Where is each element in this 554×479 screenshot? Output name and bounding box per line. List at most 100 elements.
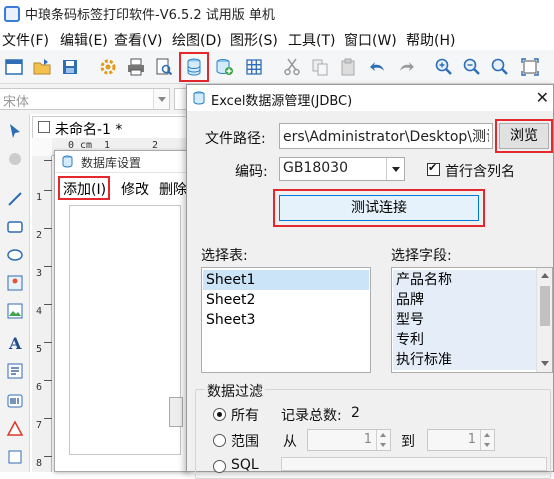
title-bar: 中琅条码标签打印软件-V6.5.2 试用版 单机 (0, 0, 554, 28)
add-button-highlight (58, 176, 110, 200)
ruler-left-label: 7 (36, 420, 43, 431)
database-list[interactable] (69, 205, 181, 455)
chevron-down-icon[interactable] (386, 158, 404, 180)
spin-up-icon[interactable] (480, 430, 494, 440)
font-size-combo[interactable] (174, 88, 186, 110)
spin-down-icon[interactable] (480, 440, 494, 450)
ruler-left-label: 2 (36, 230, 43, 241)
database-settings-window: 数据库设置 添加(I) 修改 删除 (54, 150, 190, 472)
svg-text:A: A (8, 334, 22, 352)
data-filter-label: 数据过滤 (205, 381, 265, 401)
zoom-out-icon[interactable] (462, 57, 482, 77)
menu-shape[interactable]: 图形(S) (230, 30, 278, 50)
redo-icon[interactable] (396, 57, 416, 77)
ellipse-tool-icon[interactable] (6, 246, 24, 264)
list-item[interactable]: 品牌 (393, 290, 537, 310)
range-from-stepper[interactable]: 1 (307, 429, 391, 451)
menu-file[interactable]: 文件(F) (2, 30, 49, 50)
menu-help[interactable]: 帮助(H) (406, 30, 455, 50)
rich-text-tool-icon[interactable] (6, 362, 24, 380)
range-to-label: 到 (401, 434, 415, 450)
ruler-tick (44, 190, 52, 191)
zoom-fit-icon[interactable] (490, 57, 510, 77)
select-pointer-icon[interactable] (6, 122, 24, 140)
document-tab[interactable]: 未命名-1 * (32, 116, 192, 138)
ruler-tick (44, 380, 52, 381)
save-icon[interactable] (60, 57, 80, 77)
table-list[interactable]: Sheet1 Sheet2 Sheet3 (201, 267, 371, 373)
grid-icon[interactable] (244, 57, 264, 77)
filter-sql-radio[interactable] (213, 460, 226, 473)
ruler-tick (44, 228, 52, 229)
zoom-page-icon[interactable] (520, 57, 540, 77)
list-item[interactable]: 型号 (393, 310, 537, 330)
hand-pan-icon[interactable] (6, 150, 24, 168)
encoding-value: GB18030 (283, 160, 348, 176)
database-settings-titlebar[interactable]: 数据库设置 (55, 151, 189, 173)
select-field-label: 选择字段: (391, 248, 452, 264)
print-icon[interactable] (126, 57, 146, 77)
excel-dialog-titlebar[interactable]: Excel数据源管理(JDBC) ✕ (187, 85, 553, 111)
list-item[interactable]: 产品名称 (393, 270, 537, 290)
warning-shape-icon[interactable] (6, 420, 24, 438)
field-list-scrollbar[interactable] (536, 268, 552, 372)
file-path-input[interactable]: ers\Administrator\Desktop\测试.xls (279, 123, 493, 149)
ruler-left-label: 6 (36, 382, 43, 393)
menu-draw[interactable]: 绘图(D) (172, 30, 222, 50)
database-add-icon[interactable] (214, 57, 234, 77)
open-folder-icon[interactable] (32, 57, 52, 77)
undo-icon[interactable] (368, 57, 388, 77)
range-to-value: 1 (467, 432, 476, 447)
paste-icon[interactable] (338, 57, 358, 77)
scrollbar-thumb[interactable] (540, 286, 550, 326)
ruler-left-label: 4 (36, 306, 43, 317)
menu-edit[interactable]: 编辑(E) (60, 30, 108, 50)
header-row-checkbox[interactable] (427, 161, 440, 176)
spin-up-icon[interactable] (376, 430, 390, 440)
list-item[interactable]: Sheet2 (203, 290, 369, 310)
sql-input[interactable] (281, 457, 547, 471)
text-tool-icon[interactable]: A (6, 334, 24, 352)
menu-bar: 文件(F) 编辑(E) 查看(V) 绘图(D) 图形(S) 工具(T) 窗口(W… (0, 28, 554, 50)
new-document-icon[interactable] (4, 57, 24, 77)
encoding-select[interactable]: GB18030 (279, 157, 405, 181)
menu-view[interactable]: 查看(V) (114, 30, 163, 50)
filter-range-label: 范围 (231, 434, 259, 450)
filter-all-label: 所有 (231, 408, 259, 424)
database-settings-title: 数据库设置 (81, 156, 142, 170)
filter-range-radio[interactable] (213, 434, 226, 447)
copy-icon[interactable] (310, 57, 330, 77)
spin-down-icon[interactable] (376, 440, 390, 450)
scroll-up-icon[interactable] (537, 268, 552, 284)
close-icon[interactable]: ✕ (536, 88, 549, 107)
cut-icon[interactable] (282, 57, 302, 77)
zoom-in-icon[interactable] (434, 57, 454, 77)
list-item[interactable]: 执行标准 (393, 350, 537, 370)
menu-tools[interactable]: 工具(T) (288, 30, 335, 50)
picture-tool-icon[interactable] (6, 302, 24, 320)
print-preview-icon[interactable] (154, 57, 174, 77)
modify-button[interactable]: 修改 (121, 179, 149, 199)
tool-item-icon[interactable] (6, 448, 24, 466)
rectangle-tool-icon[interactable] (6, 218, 24, 236)
list-item[interactable]: Sheet1 (203, 270, 369, 290)
menu-window[interactable]: 窗口(W) (344, 30, 397, 50)
settings-gear-icon[interactable] (98, 57, 118, 77)
barcode-tool-icon[interactable] (6, 392, 24, 410)
database-icon-highlight (179, 52, 209, 82)
line-tool-icon[interactable] (6, 190, 24, 208)
image-tool-icon[interactable] (6, 274, 24, 292)
ruler-left-label: 8 (36, 458, 43, 469)
chevron-down-icon[interactable] (153, 89, 169, 109)
delete-button[interactable]: 删除 (159, 179, 187, 199)
file-path-label: 文件路径: (205, 131, 266, 147)
list-item[interactable]: Sheet3 (203, 310, 369, 330)
font-family-combo[interactable]: 宋体 (0, 88, 170, 110)
database-settings-button[interactable] (169, 397, 183, 427)
scroll-down-icon[interactable] (537, 356, 552, 372)
range-to-stepper[interactable]: 1 (427, 429, 495, 451)
window-title: 中琅条码标签打印软件-V6.5.2 试用版 单机 (25, 8, 275, 23)
field-list[interactable]: 产品名称 品牌 型号 专利 执行标准 (391, 267, 553, 373)
filter-all-radio[interactable] (213, 408, 226, 421)
list-item[interactable]: 专利 (393, 330, 537, 350)
